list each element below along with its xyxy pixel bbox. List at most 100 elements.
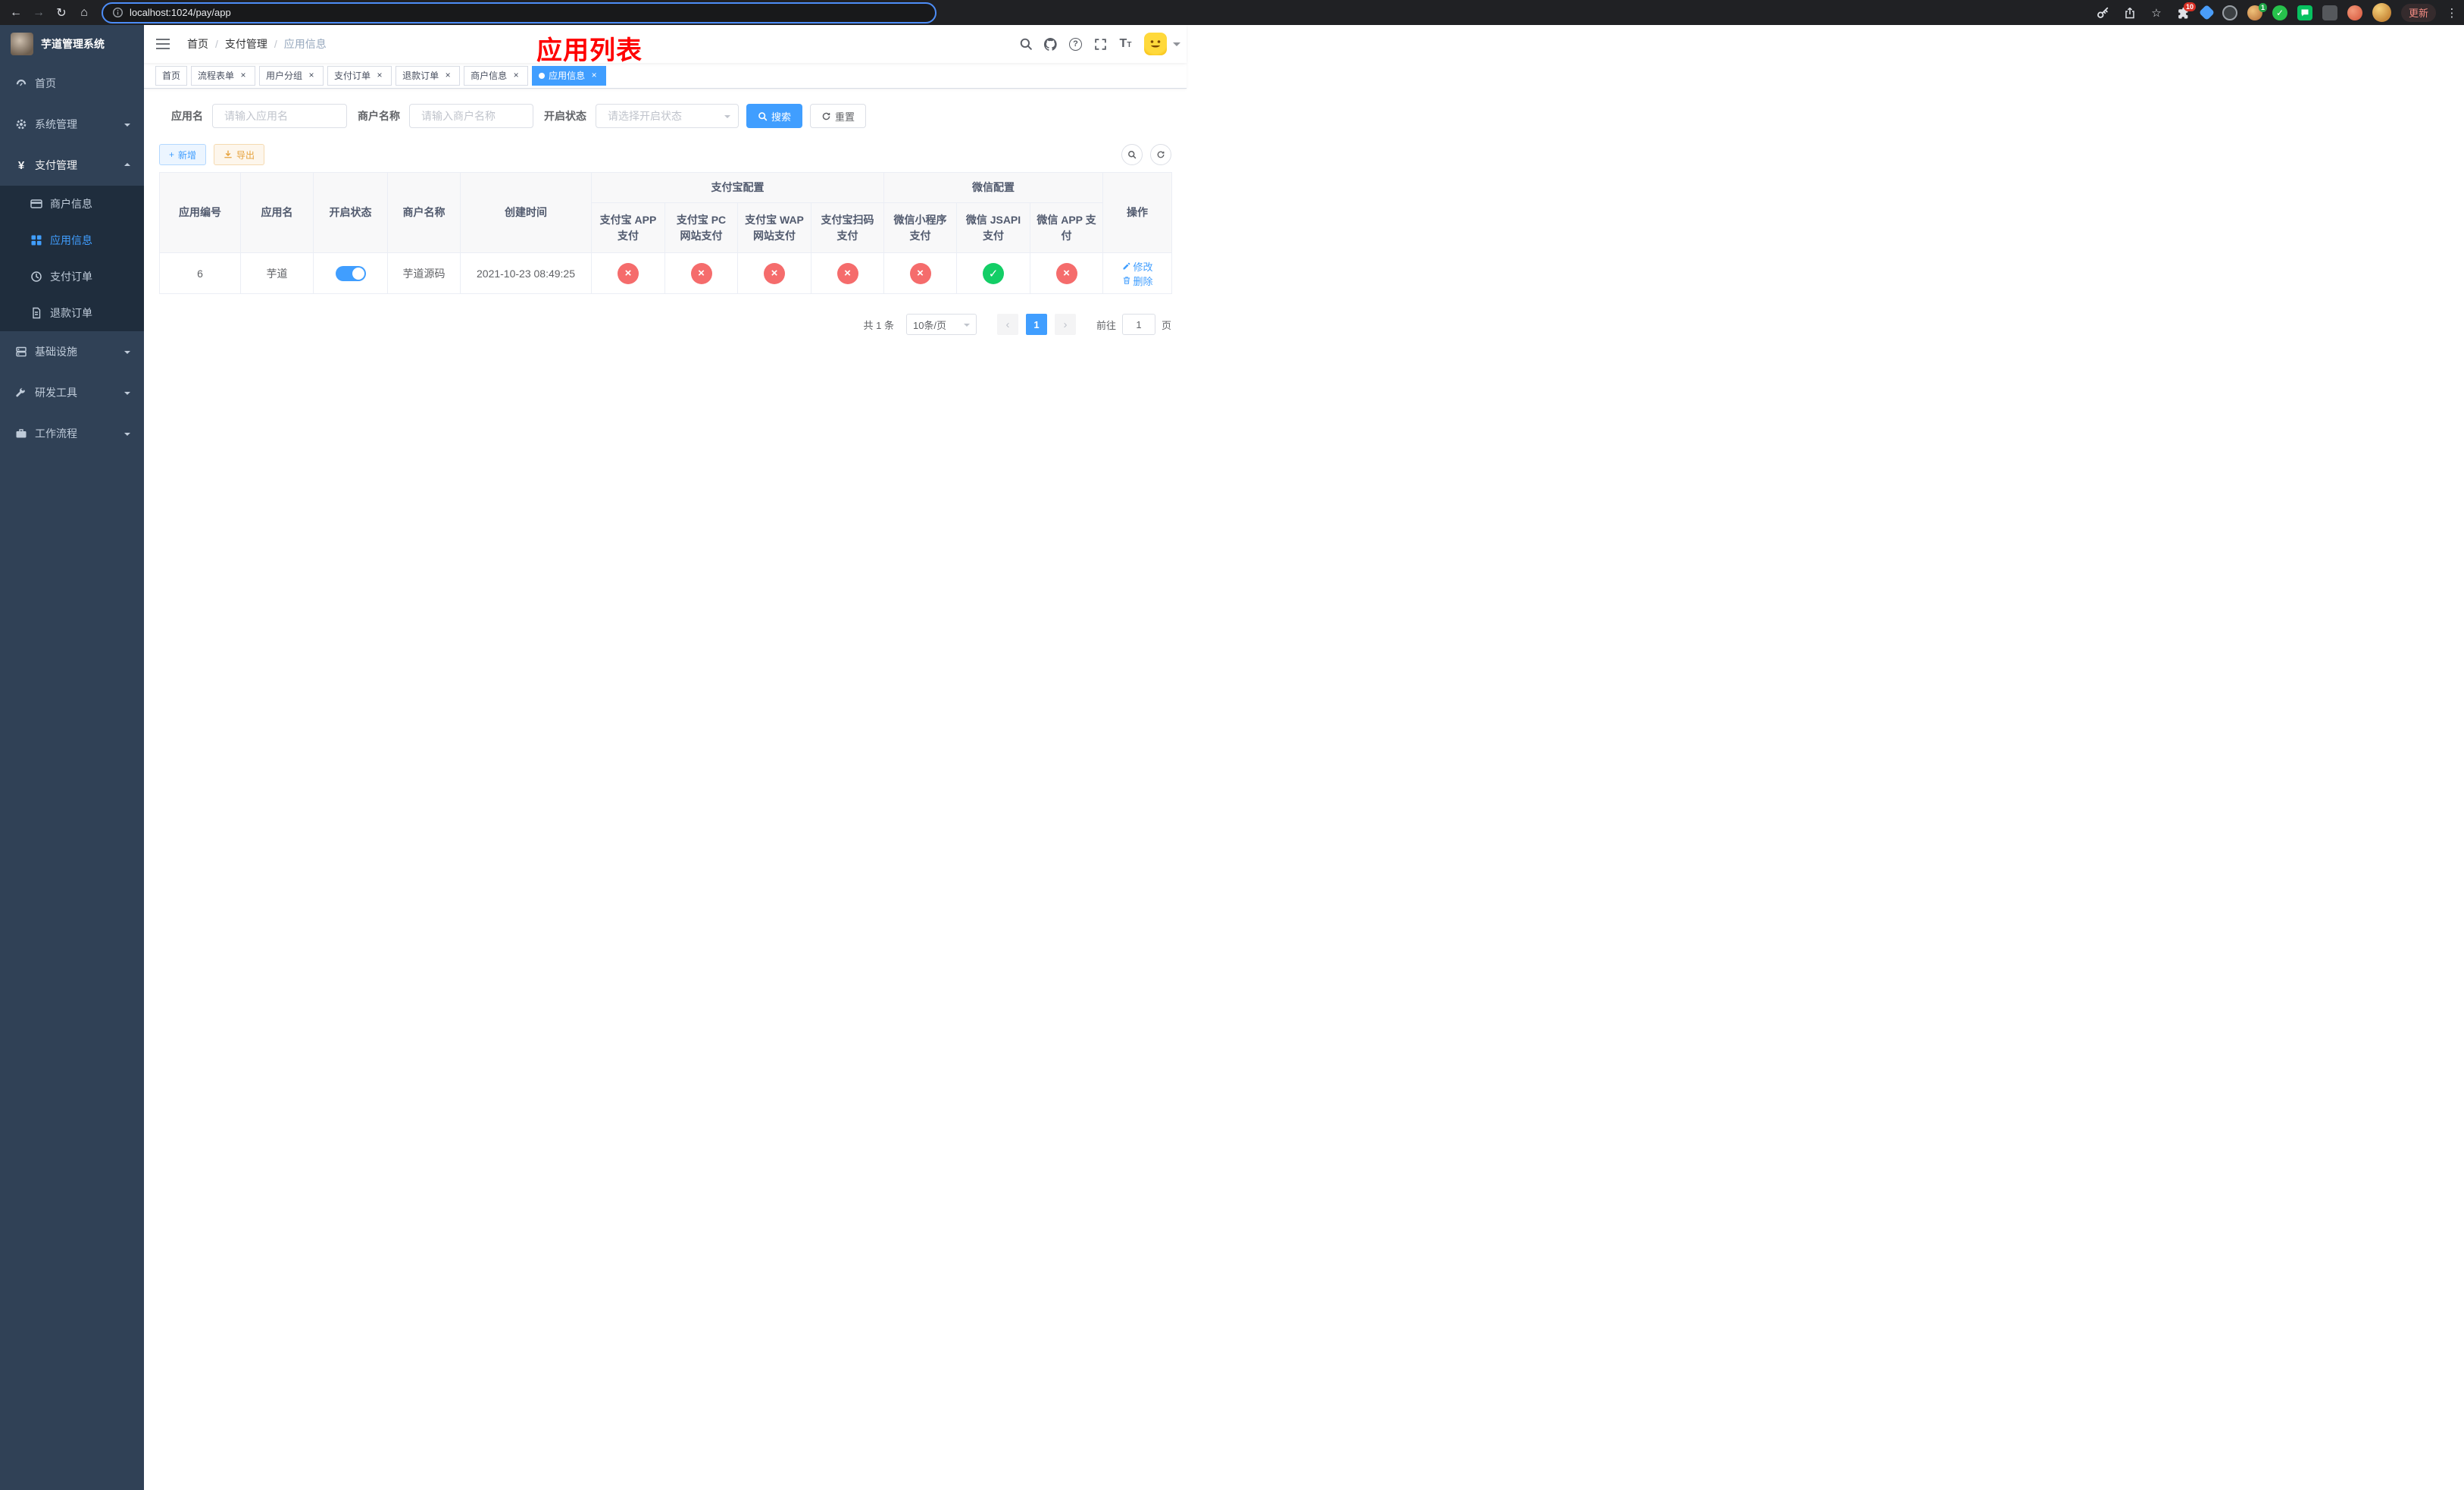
share-icon[interactable]: [2122, 5, 2138, 21]
merchant-name-label: 商户名称: [358, 110, 400, 122]
sidebar-item-label: 商户信息: [50, 198, 92, 210]
payment-submenu: 商户信息 应用信息 支付订单 退款订单: [0, 186, 144, 331]
extension-icon-diamond[interactable]: [2198, 4, 2215, 21]
fullscreen-icon[interactable]: [1088, 25, 1113, 63]
page-size-value: 10条/页: [912, 319, 947, 331]
tab-close-icon[interactable]: ×: [306, 70, 317, 81]
browser-forward-icon[interactable]: →: [27, 2, 50, 23]
config-status-icon: ×: [690, 262, 712, 284]
prev-page-button[interactable]: ‹: [996, 314, 1018, 335]
search-button[interactable]: 搜索: [746, 104, 803, 128]
app-name-label: 应用名: [171, 110, 203, 122]
refresh-button[interactable]: [1150, 144, 1171, 165]
browser-reload-icon[interactable]: ↻: [50, 2, 73, 23]
browser-profile-avatar[interactable]: [2372, 3, 2391, 22]
toolbar-right: [1121, 144, 1171, 165]
sidebar-item-label: 系统管理: [35, 118, 77, 130]
extension-icon-pin[interactable]: [2322, 5, 2337, 20]
export-button-label: 导出: [236, 149, 255, 161]
browser-back-icon[interactable]: ←: [5, 2, 27, 23]
breadcrumb-home[interactable]: 首页: [187, 36, 208, 52]
sidebar-item-merchant-info[interactable]: 商户信息: [0, 186, 144, 222]
active-tab-dot: [539, 72, 546, 79]
sidebar-item-pay-orders[interactable]: 支付订单: [0, 258, 144, 295]
tab-close-icon[interactable]: ×: [238, 70, 249, 81]
site-info-icon[interactable]: [112, 7, 124, 18]
github-icon[interactable]: [1038, 25, 1063, 63]
sidebar-item-dev-tools[interactable]: 研发工具: [0, 372, 144, 413]
extension-icon-avatar[interactable]: 1: [2247, 2, 2267, 20]
tab-label: 首页: [162, 70, 181, 81]
extensions-count-badge: 10: [2183, 2, 2196, 11]
user-avatar[interactable]: [1144, 33, 1167, 55]
delete-link[interactable]: 删除: [1122, 274, 1153, 288]
browser-home-icon[interactable]: ⌂: [73, 2, 95, 23]
app-logo[interactable]: 芋道管理系统: [0, 25, 144, 63]
tab-process-form[interactable]: 流程表单 ×: [191, 65, 256, 86]
extensions-puzzle-icon[interactable]: 10: [2175, 2, 2196, 21]
breadcrumb-current: 应用信息: [283, 38, 327, 50]
reset-button[interactable]: 重置: [810, 104, 867, 128]
tab-label: 流程表单: [198, 70, 235, 81]
browser-menu-icon[interactable]: ⋮: [2446, 6, 2458, 20]
sidebar-menu: 首页 系统管理 ¥ 支付管理 商户信息 应用信息 支付订单 退款订单 基础设施 …: [0, 63, 144, 454]
status-select[interactable]: 请选择开启状态: [596, 104, 739, 128]
column-header-alipay-pc: 支付宝 PC 网站支付: [664, 202, 738, 253]
font-size-icon[interactable]: TT: [1113, 25, 1138, 63]
sidebar-item-system[interactable]: 系统管理: [0, 104, 144, 145]
cell-status: [313, 252, 388, 294]
clock-icon: [30, 271, 42, 283]
cell-merchant: 芋道源码: [387, 252, 461, 294]
tab-merchant-info[interactable]: 商户信息 ×: [464, 65, 529, 86]
page-size-select[interactable]: 10条/页: [905, 314, 977, 335]
tab-app-info[interactable]: 应用信息 ×: [532, 65, 607, 86]
tab-label: 应用信息: [549, 70, 586, 81]
sidebar-item-app-info[interactable]: 应用信息: [0, 222, 144, 258]
caret-down-icon[interactable]: [1173, 42, 1180, 50]
toggle-search-button[interactable]: [1121, 144, 1143, 165]
edit-link[interactable]: 修改: [1122, 259, 1153, 274]
tab-close-icon[interactable]: ×: [589, 70, 599, 81]
sidebar-item-label: 首页: [35, 77, 56, 89]
help-icon[interactable]: ?: [1063, 25, 1088, 63]
tab-home[interactable]: 首页: [155, 65, 188, 86]
goto-page-input[interactable]: [1121, 314, 1155, 335]
sidebar-item-home[interactable]: 首页: [0, 63, 144, 104]
sidebar-item-label: 研发工具: [35, 387, 77, 399]
breadcrumb-separator: /: [274, 38, 277, 50]
tab-label: 用户分组: [266, 70, 303, 81]
sidebar-item-refund-orders[interactable]: 退款订单: [0, 295, 144, 331]
extension-icon-chat[interactable]: [2297, 5, 2312, 20]
extension-icon-dark-circle[interactable]: [2222, 5, 2237, 20]
add-button[interactable]: + 新增: [159, 144, 207, 165]
next-page-button[interactable]: ›: [1054, 314, 1076, 335]
status-toggle[interactable]: [335, 265, 366, 281]
tab-close-icon[interactable]: ×: [442, 70, 453, 81]
breadcrumb-payment[interactable]: 支付管理: [225, 36, 267, 52]
tab-pay-orders[interactable]: 支付订单 ×: [327, 65, 392, 86]
sidebar-item-payment[interactable]: ¥ 支付管理: [0, 145, 144, 186]
app-name-input[interactable]: [212, 104, 347, 128]
page-number-button[interactable]: 1: [1025, 314, 1047, 335]
merchant-name-input[interactable]: [409, 104, 533, 128]
extension-icon-face[interactable]: [2347, 5, 2362, 20]
export-button[interactable]: 导出: [214, 144, 265, 165]
sidebar-item-workflow[interactable]: 工作流程: [0, 413, 144, 454]
browser-update-button[interactable]: 更新: [2400, 3, 2436, 22]
server-icon: [15, 346, 27, 358]
sidebar-toggle-icon[interactable]: [155, 25, 170, 63]
tab-close-icon[interactable]: ×: [374, 70, 385, 81]
tab-refund-orders[interactable]: 退款订单 ×: [396, 65, 461, 86]
sidebar-item-infrastructure[interactable]: 基础设施: [0, 331, 144, 372]
tab-user-group[interactable]: 用户分组 ×: [259, 65, 324, 86]
url-bar[interactable]: localhost:1024/pay/app: [102, 2, 937, 23]
table-toolbar: + 新增 导出: [159, 144, 1171, 165]
navbar-right-icons: ? TT: [1013, 25, 1187, 63]
extension-icon-green-check[interactable]: ✓: [2272, 5, 2287, 20]
chevron-down-icon: [124, 392, 130, 398]
bookmark-star-icon[interactable]: ☆: [2148, 5, 2165, 21]
search-icon[interactable]: [1013, 25, 1038, 63]
password-key-icon[interactable]: [2095, 5, 2112, 21]
browser-toolbar: ← → ↻ ⌂ localhost:1024/pay/app ☆ 10 1 ✓: [0, 0, 2464, 25]
tab-close-icon[interactable]: ×: [511, 70, 521, 81]
